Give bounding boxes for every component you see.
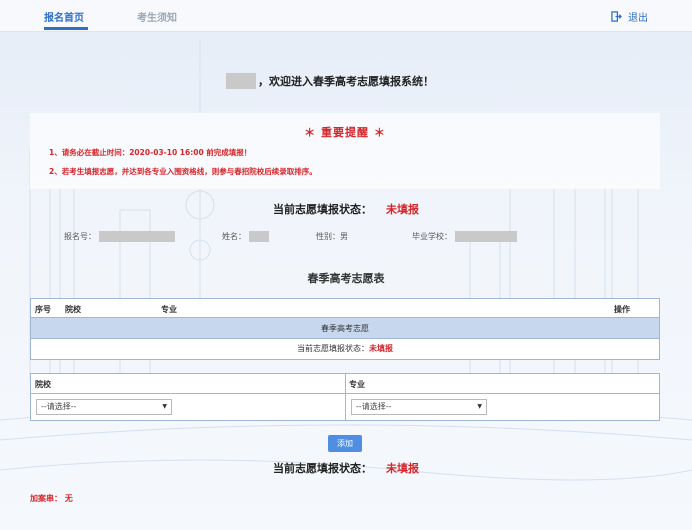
active-tab-indicator [44, 27, 88, 30]
masked-name-value [249, 231, 269, 242]
school-select-value: --请选择-- [41, 402, 77, 411]
school-label: 毕业学校： [412, 232, 452, 241]
preference-table: 序号 院校 专业 操作 春季高考志愿 当前志愿填报状态：未填报 [30, 298, 660, 360]
major-select-value: --请选择-- [356, 402, 392, 411]
school-select[interactable]: --请选择-- ▼ [36, 399, 172, 415]
table-status-row: 当前志愿填报状态：未填报 [31, 339, 659, 359]
info-registration-number: 报名号： [64, 231, 175, 242]
reg-no-label: 报名号： [64, 232, 96, 241]
gender-label: 性别： [316, 232, 340, 241]
select-major-label: 专业 [349, 380, 365, 389]
chevron-down-icon: ▼ [477, 403, 482, 410]
top-navigation-bar: 报名首页 考生须知 退出 [0, 0, 692, 32]
logout-button[interactable]: 退出 [611, 9, 648, 24]
header-major: 专业 [161, 305, 177, 314]
gender-value: 男 [340, 232, 348, 241]
info-school: 毕业学校： [412, 231, 517, 242]
tab-candidate-notice[interactable]: 考生须知 [137, 9, 177, 24]
table-status-value: 未填报 [369, 344, 393, 353]
notice-item: 2、若考生填报志愿，并达到各专业入围资格线，则参与春招院校后续录取排序。 [49, 167, 317, 176]
column-divider [345, 374, 346, 420]
chevron-down-icon: ▼ [162, 403, 167, 410]
status-value: 未填报 [386, 203, 419, 216]
preference-table-title: 春季高考志愿表 [307, 272, 385, 285]
notice-title: ＊ 重要提醒 ＊ [304, 126, 386, 139]
select-school-label: 院校 [35, 380, 51, 389]
notice-item: 1、请务必在截止时间：2020-03-10 16:00 前完成填报！ [49, 148, 252, 157]
welcome-text: ，欢迎进入春季高考志愿填报系统！ [258, 75, 434, 88]
application-status: 当前志愿填报状态： 未填报 [0, 201, 692, 217]
header-action: 操作 [614, 305, 630, 314]
record-label: 加案串： [30, 494, 62, 503]
record-info: 加案串： 无 [30, 493, 73, 504]
masked-name [226, 73, 256, 89]
tab-home[interactable]: 报名首页 [44, 9, 84, 24]
welcome-message: ，欢迎进入春季高考志愿填报系统！ [226, 73, 434, 89]
info-name: 姓名： [222, 231, 269, 242]
table-group-row: 春季高考志愿 [31, 318, 659, 339]
logout-icon [611, 11, 622, 22]
header-index: 序号 [35, 305, 51, 314]
masked-reg-no [99, 231, 175, 242]
info-gender: 性别： 男 [316, 231, 348, 242]
name-label: 姓名： [222, 232, 246, 241]
logout-label: 退出 [628, 13, 648, 24]
record-value: 无 [64, 494, 73, 503]
table-status-label: 当前志愿填报状态： [297, 344, 369, 353]
table-header: 序号 院校 专业 操作 [31, 299, 659, 318]
important-notice-panel: ＊ 重要提醒 ＊ 1、请务必在截止时间：2020-03-10 16:00 前完成… [30, 113, 660, 189]
header-school: 院校 [65, 305, 81, 314]
bottom-application-status: 当前志愿填报状态： 未填报 [0, 460, 692, 476]
add-button[interactable]: 添加 [328, 435, 362, 452]
masked-school [455, 231, 517, 242]
selection-panel: 院校 专业 --请选择-- ▼ --请选择-- ▼ [30, 373, 660, 421]
status-label: 当前志愿填报状态： [273, 203, 372, 216]
major-select[interactable]: --请选择-- ▼ [351, 399, 487, 415]
bottom-status-label: 当前志愿填报状态： [273, 462, 372, 475]
bottom-status-value: 未填报 [386, 462, 419, 475]
